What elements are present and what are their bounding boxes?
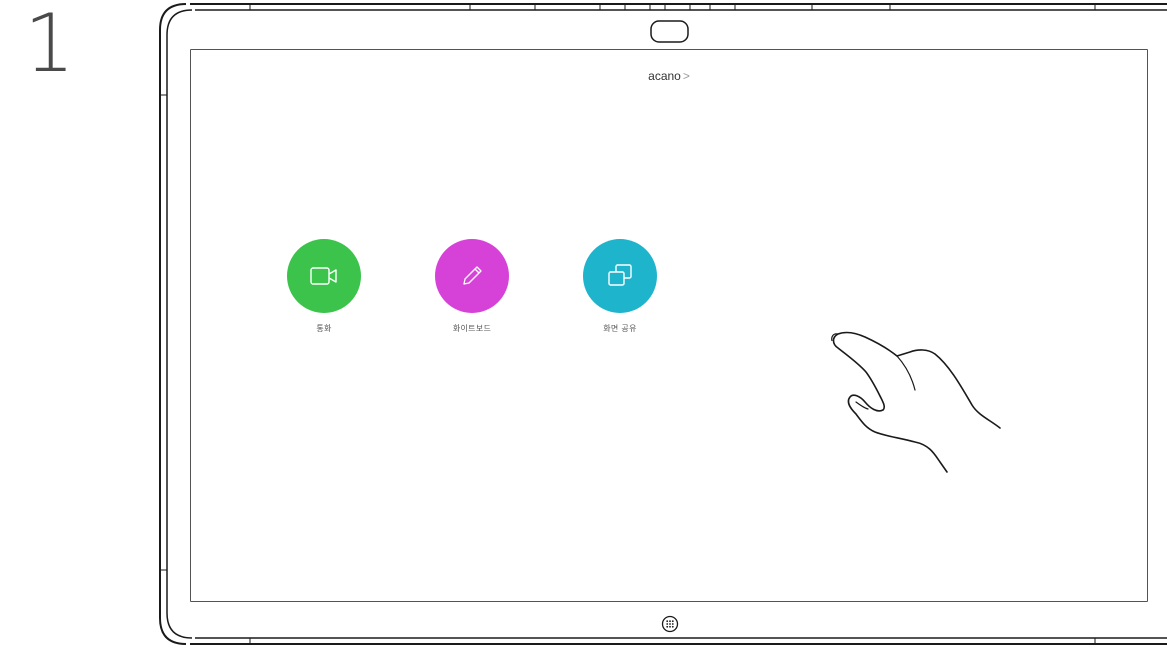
call-label: 통화 xyxy=(316,324,332,333)
whiteboard-label: 화이트보드 xyxy=(452,324,492,333)
header-title-text: acano xyxy=(648,69,681,83)
whiteboard-button[interactable] xyxy=(435,239,509,313)
share-screen-label: 화면 공유 xyxy=(603,324,637,333)
share-screen-tile[interactable]: 화면 공유 xyxy=(560,239,680,334)
video-camera-icon xyxy=(310,267,337,285)
keypad-icon[interactable] xyxy=(661,615,679,633)
share-screen-icon xyxy=(608,264,632,286)
whiteboard-tile[interactable]: 화이트보드 xyxy=(412,239,532,334)
chevron-right-icon: > xyxy=(682,69,690,83)
share-screen-button[interactable] xyxy=(583,239,657,313)
header-title[interactable]: acano > xyxy=(191,69,1147,83)
call-tile[interactable]: 통화 xyxy=(264,239,384,334)
pencil-icon xyxy=(463,266,482,285)
call-button[interactable] xyxy=(287,239,361,313)
